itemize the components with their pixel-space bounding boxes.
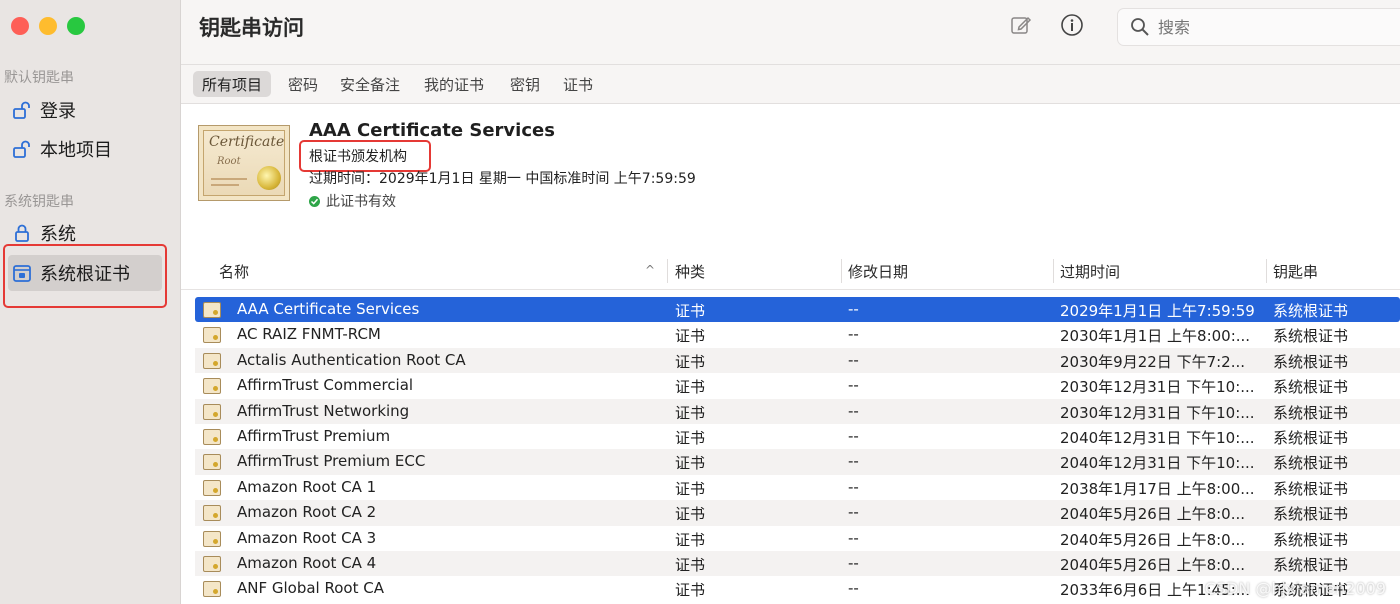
search-input[interactable] — [1156, 16, 1360, 38]
sidebar-item-local-items[interactable]: 本地项目 — [0, 131, 164, 167]
table-row[interactable]: AC RAIZ FNMT-RCM 证书 -- 2030年1月1日 上午8:00:… — [195, 322, 1400, 347]
table-row[interactable]: Amazon Root CA 2 证书 -- 2040年5月26日 上午8:0.… — [195, 500, 1400, 526]
sidebar: 默认钥匙串 登录 本地项目 系统钥匙串 系统 系统根证书 — [0, 0, 181, 604]
sidebar-section-default: 默认钥匙串 — [4, 70, 74, 86]
certificate-expiry: 过期时间：2029年1月1日 星期一 中国标准时间 上午7:59:59 — [309, 171, 696, 187]
watermark: CSDN @hjxiamen2009 — [1204, 579, 1386, 598]
highlight-box — [3, 244, 167, 308]
info-icon — [1060, 13, 1084, 41]
sidebar-item-label: 本地项目 — [40, 140, 112, 161]
minimize-window-button[interactable] — [39, 17, 57, 35]
sidebar-item-label: 系统 — [40, 224, 76, 245]
search-icon — [1130, 17, 1150, 37]
column-header-name[interactable]: 名称 — [219, 261, 249, 282]
main-pane: 钥匙串访问 所有项目 密码 安全备注 我的证书 密钥 证书 Certificat… — [181, 0, 1400, 604]
certificate-name: AAA Certificate Services — [309, 120, 555, 141]
category-tabs: 所有项目 密码 安全备注 我的证书 密钥 证书 — [181, 65, 1400, 104]
certificate-icon — [203, 530, 221, 547]
table-row[interactable]: AAA Certificate Services 证书 -- 2029年1月1日… — [195, 297, 1400, 323]
info-button[interactable] — [1059, 14, 1085, 40]
certificate-image: Certificate Root — [198, 125, 290, 201]
certificate-icon — [203, 555, 221, 572]
zoom-window-button[interactable] — [67, 17, 85, 35]
seal-icon — [257, 166, 281, 190]
unlocked-padlock-icon — [10, 139, 34, 159]
tab-keys[interactable]: 密钥 — [501, 71, 549, 97]
tab-secure-notes[interactable]: 安全备注 — [331, 71, 409, 97]
certificate-icon — [203, 327, 221, 344]
table-header: 名称 ^ 种类 修改日期 过期时间 钥匙串 — [181, 253, 1400, 290]
certificate-icon — [203, 454, 221, 471]
tab-my-certificates[interactable]: 我的证书 — [415, 71, 493, 97]
sidebar-item-login[interactable]: 登录 — [0, 92, 164, 128]
unlocked-padlock-icon — [10, 100, 34, 120]
new-item-button[interactable] — [1008, 14, 1034, 40]
column-header-kind[interactable]: 种类 — [675, 261, 705, 282]
table-row[interactable]: AffirmTrust Premium ECC 证书 -- 2040年12月31… — [195, 449, 1400, 475]
sidebar-section-system: 系统钥匙串 — [4, 194, 74, 210]
sort-ascending-icon[interactable]: ^ — [645, 263, 655, 277]
certificate-icon — [203, 428, 221, 445]
certificate-icon — [203, 505, 221, 522]
certificate-list: AAA Certificate Services 证书 -- 2029年1月1日… — [195, 297, 1400, 602]
table-row[interactable]: AffirmTrust Commercial 证书 -- 2030年12月31日… — [195, 373, 1400, 398]
close-window-button[interactable] — [11, 17, 29, 35]
column-header-modified[interactable]: 修改日期 — [848, 261, 908, 282]
column-header-expiry[interactable]: 过期时间 — [1060, 261, 1120, 282]
certificate-status: 此证书有效 — [309, 191, 396, 211]
table-row[interactable]: Amazon Root CA 3 证书 -- 2040年5月26日 上午8:0.… — [195, 526, 1400, 551]
certificate-icon — [203, 352, 221, 369]
padlock-icon — [10, 223, 34, 243]
certificate-icon — [203, 403, 221, 420]
tab-passwords[interactable]: 密码 — [279, 71, 327, 97]
table-row[interactable]: Actalis Authentication Root CA 证书 -- 203… — [195, 347, 1400, 374]
certificate-icon — [203, 581, 221, 598]
checkmark-icon — [309, 195, 320, 207]
compose-icon — [1010, 14, 1032, 40]
sidebar-item-label: 登录 — [40, 101, 76, 122]
column-header-keychain[interactable]: 钥匙串 — [1273, 261, 1318, 282]
certificate-icon — [203, 378, 221, 395]
certificate-icon — [203, 479, 221, 496]
table-row[interactable]: Amazon Root CA 1 证书 -- 2038年1月17日 上午8:00… — [195, 475, 1400, 500]
tab-all-items[interactable]: 所有项目 — [193, 71, 272, 97]
table-row[interactable]: AffirmTrust Premium 证书 -- 2040年12月31日 下午… — [195, 424, 1400, 449]
table-row[interactable]: Amazon Root CA 4 证书 -- 2040年5月26日 上午8:0.… — [195, 550, 1400, 577]
window-title: 钥匙串访问 — [199, 16, 304, 40]
certificate-icon — [203, 302, 221, 318]
tab-certificates[interactable]: 证书 — [554, 71, 602, 97]
toolbar: 钥匙串访问 — [181, 0, 1400, 65]
search-field[interactable] — [1117, 8, 1400, 46]
table-row[interactable]: AffirmTrust Networking 证书 -- 2030年12月31日… — [195, 398, 1400, 424]
